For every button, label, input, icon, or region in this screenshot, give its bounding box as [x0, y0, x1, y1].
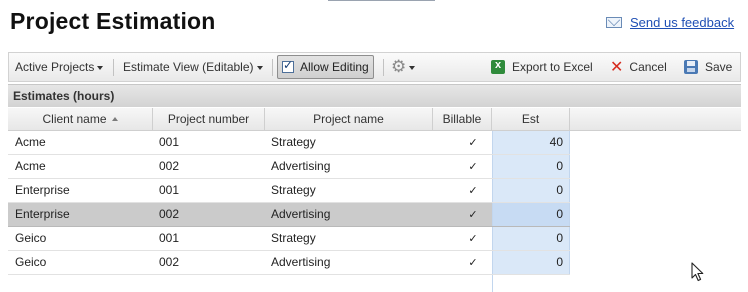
column-header-client-name[interactable]: Client name: [8, 108, 153, 130]
toolbar-divider: [272, 59, 273, 76]
project-number-cell: 001: [159, 231, 180, 245]
client-name-cell: Enterprise: [15, 207, 70, 221]
column-header-est[interactable]: Est: [492, 108, 570, 130]
project-name-cell: Strategy: [271, 231, 316, 245]
estimate-input[interactable]: 0: [492, 155, 570, 178]
project-name-cell: Advertising: [271, 159, 331, 173]
column-header-label: Est: [521, 112, 540, 126]
section-title: Estimates (hours): [13, 89, 115, 103]
billable-check-icon: ✓: [468, 208, 478, 221]
table-row[interactable]: Acme 001 Strategy ✓ 40: [8, 131, 570, 155]
billable-check-icon: ✓: [468, 136, 478, 149]
gear-icon: ⚙: [391, 56, 407, 77]
chevron-down-icon: [97, 65, 104, 70]
export-excel-label: Export to Excel: [512, 60, 593, 74]
client-name-cell: Acme: [15, 135, 46, 149]
est-column-border: [492, 275, 493, 292]
estimates-grid: Acme 001 Strategy ✓ 40 Acme 002 Advertis…: [8, 131, 570, 275]
cancel-x-icon: ✕: [610, 57, 624, 76]
project-number-cell: 001: [159, 183, 180, 197]
project-name-cell: Strategy: [271, 135, 316, 149]
active-projects-dropdown[interactable]: Active Projects: [15, 53, 104, 81]
project-name-cell: Strategy: [271, 183, 316, 197]
toolbar-divider: [383, 59, 384, 76]
project-number-cell: 002: [159, 255, 180, 269]
cancel-label: Cancel: [629, 60, 667, 74]
estimates-section-header: Estimates (hours): [8, 84, 741, 107]
client-name-cell: Enterprise: [15, 183, 70, 197]
allow-editing-checkbox[interactable]: [282, 58, 294, 73]
client-name-cell: Geico: [15, 231, 47, 245]
estimate-input[interactable]: 0: [492, 227, 570, 250]
project-number-cell: 002: [159, 159, 180, 173]
save-disk-icon: [684, 60, 698, 74]
allow-editing-label: Allow Editing: [300, 60, 369, 74]
active-projects-label: Active Projects: [15, 60, 95, 74]
billable-check-icon: ✓: [468, 184, 478, 197]
table-row[interactable]: Geico 001 Strategy ✓ 0: [8, 227, 570, 251]
project-number-cell: 001: [159, 135, 180, 149]
top-divider: [328, 0, 435, 1]
grid-header: Client name Project number Project name …: [8, 108, 741, 131]
table-row[interactable]: Geico 002 Advertising ✓ 0: [8, 251, 570, 275]
table-row-selected[interactable]: Enterprise 002 Advertising ✓ 0: [8, 203, 570, 227]
export-excel-button[interactable]: Export to Excel: [491, 53, 593, 81]
estimate-view-dropdown[interactable]: Estimate View (Editable): [123, 53, 263, 81]
save-label: Save: [705, 60, 733, 74]
project-name-cell: Advertising: [271, 255, 331, 269]
project-name-cell: Advertising: [271, 207, 331, 221]
estimate-view-label: Estimate View (Editable): [123, 60, 254, 74]
toolbar-divider: [113, 59, 114, 76]
page-title: Project Estimation: [10, 8, 216, 34]
column-header-project-number[interactable]: Project number: [153, 108, 265, 130]
column-header-label: Billable: [442, 112, 482, 126]
column-header-billable[interactable]: Billable: [433, 108, 492, 130]
column-header-label: Project name: [313, 112, 384, 126]
save-button[interactable]: Save: [684, 53, 732, 81]
excel-icon: [491, 59, 505, 74]
estimate-input[interactable]: 40: [492, 131, 570, 154]
cancel-button[interactable]: ✕ Cancel: [610, 53, 667, 81]
column-header-label: Client name: [42, 112, 107, 126]
billable-check-icon: ✓: [468, 232, 478, 245]
project-number-cell: 002: [159, 207, 180, 221]
chevron-down-icon: [409, 65, 416, 70]
estimate-input[interactable]: 0: [492, 203, 570, 226]
estimate-input[interactable]: 0: [492, 251, 570, 274]
table-row[interactable]: Acme 002 Advertising ✓ 0: [8, 155, 570, 179]
table-row[interactable]: Enterprise 001 Strategy ✓ 0: [8, 179, 570, 203]
toolbar: Active Projects Estimate View (Editable)…: [8, 52, 741, 82]
column-header-label: Project number: [167, 112, 250, 126]
column-header-project-name[interactable]: Project name: [265, 108, 433, 130]
estimate-input[interactable]: 0: [492, 179, 570, 202]
allow-editing-toggle[interactable]: Allow Editing: [277, 55, 374, 79]
chevron-down-icon: [256, 65, 263, 70]
settings-dropdown[interactable]: ⚙: [391, 53, 416, 81]
send-feedback-link[interactable]: Send us feedback: [630, 15, 734, 30]
client-name-cell: Acme: [15, 159, 46, 173]
sort-ascending-icon: [111, 117, 118, 121]
client-name-cell: Geico: [15, 255, 47, 269]
feedback-link-group[interactable]: Send us feedback: [606, 15, 734, 30]
billable-check-icon: ✓: [468, 256, 478, 269]
mail-icon: [606, 17, 622, 28]
billable-check-icon: ✓: [468, 160, 478, 173]
